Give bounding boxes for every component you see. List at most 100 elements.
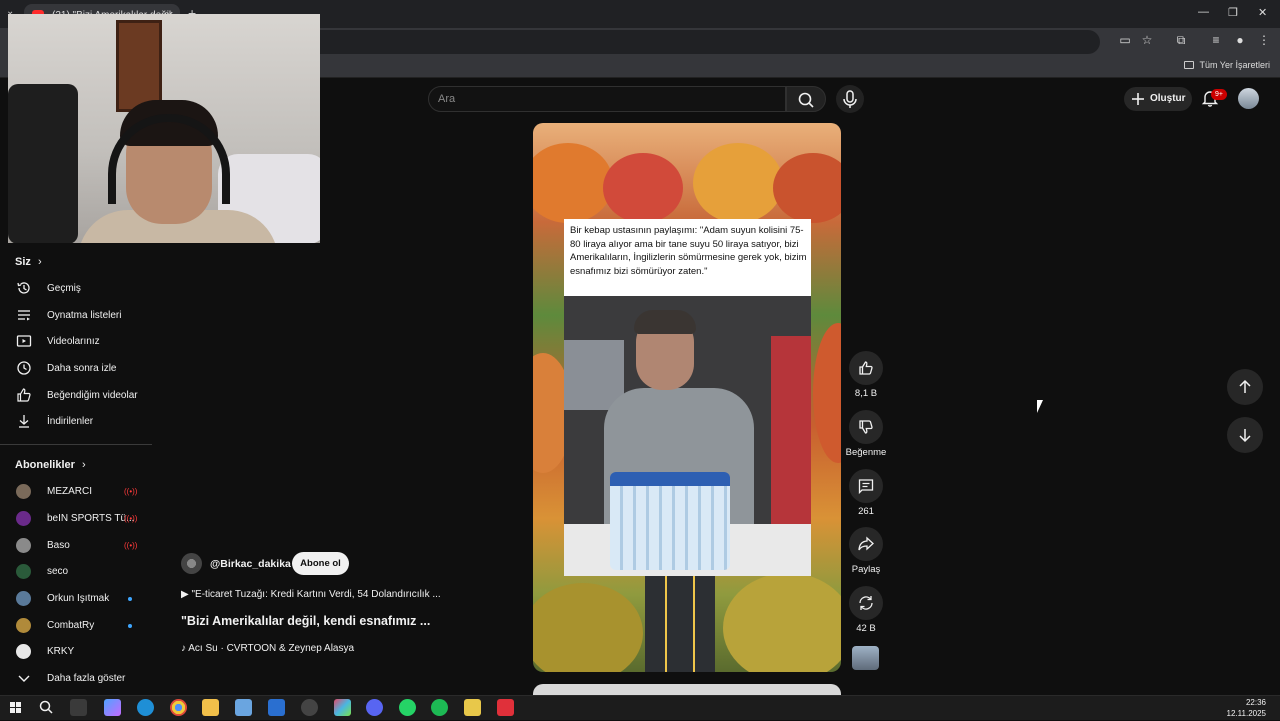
sound-link[interactable]: ♪ Acı Su · CVRTOON & Zeynep Alasya [181,643,354,654]
remix-count: 42 B [856,623,876,634]
minimize-icon[interactable]: — [1198,6,1209,18]
new-content-dot [128,597,132,601]
chevron-right-icon: › [81,459,86,471]
microsoft-store-icon[interactable] [235,699,252,716]
discord-icon[interactable] [366,699,383,716]
create-button[interactable]: Oluştur [1124,87,1192,111]
playlist-label: "E-ticaret Tuzağı: Kredi Kartını Verdi, … [191,589,441,600]
sidebar-item-label: Beğendiğim videolar [47,390,138,401]
sidebar-item-label: Videolarınız [47,336,100,347]
show-more-button[interactable]: Daha fazla göster [0,666,152,692]
taskbar [0,695,1280,720]
taskbar-search-icon[interactable] [38,699,55,716]
sidebar-item-downloads[interactable]: İndirilenler [0,409,152,435]
sound-thumbnail[interactable] [852,646,879,670]
playlist-link[interactable]: ▶ "E-ticaret Tuzağı: Kredi Kartını Verdi… [181,589,441,600]
chrome-icon[interactable] [170,699,187,716]
history-icon [17,282,30,294]
edge-icon[interactable] [137,699,154,716]
short-caption: Bir kebap ustasının paylaşımı: "Adam suy… [570,225,807,277]
subscription-item[interactable]: MEZARCI ((•)) [0,479,152,505]
task-view-icon[interactable] [70,699,87,716]
short-photo [564,296,811,576]
voice-search-button[interactable] [836,85,864,113]
like-count: 8,1 B [854,388,878,399]
live-icon: ((•)) [124,541,138,550]
road [645,576,715,672]
you-section-title[interactable]: Siz › [15,256,42,268]
subscribe-button[interactable]: Abone ol [292,552,349,575]
live-icon: ((•)) [124,514,138,523]
extensions-icon[interactable]: ⧉ [1173,33,1189,48]
sidebar-item-liked[interactable]: Beğendiğim videolar [0,383,152,409]
cast-icon[interactable]: ▭ [1117,33,1133,47]
new-content-dot [128,624,132,628]
media-control-icon[interactable]: ≡ [1208,33,1224,47]
restore-icon[interactable]: ❐ [1228,6,1238,19]
sidebar-divider [0,444,152,445]
account-avatar[interactable] [1238,88,1259,109]
playlist-icon [18,310,30,321]
subscription-item[interactable]: Baso ((•)) [0,533,152,559]
play-icon: ▶ [181,589,189,600]
system-clock[interactable]: 22:36 12.11.2025 [1227,697,1266,719]
profile-icon[interactable]: ● [1232,33,1248,47]
subscription-label: CombatRy [47,620,95,631]
subscription-item[interactable]: seco [0,559,152,585]
subscription-item[interactable]: CombatRy [0,613,152,639]
comment-count: 261 [858,506,874,517]
subscription-item[interactable]: beIN SPORTS Tü... ((•)) [0,506,152,532]
chevron-down-icon [18,675,30,682]
search-input[interactable] [438,89,738,109]
all-bookmarks[interactable]: Tüm Yer İşaretleri [1184,60,1270,70]
channel-avatar [16,618,31,633]
subscriptions-title[interactable]: Abonelikler › [15,459,86,471]
channel-avatar [16,591,31,606]
live-icon: ((•)) [124,487,138,496]
browser-menu-icon[interactable]: ⋮ [1256,33,1272,47]
spotify-icon[interactable] [431,699,448,716]
subscription-label: Orkun Işıtmak [47,593,110,604]
bookmark-star-icon[interactable]: ☆ [1139,33,1155,47]
sidebar-item-watch-later[interactable]: Daha sonra izle [0,356,152,382]
sidebar-item-playlists[interactable]: Oynatma listeleri [0,303,152,329]
subscription-item[interactable]: KRKY [0,639,152,665]
you-label: Siz [15,256,31,268]
folder-icon [1184,61,1195,69]
mail-icon[interactable] [268,699,285,716]
share-button[interactable] [849,527,883,561]
thumbs-down-icon [859,420,873,434]
vivaldi-icon[interactable] [497,699,514,716]
arrow-down-icon [1239,429,1251,443]
windows-start-icon[interactable] [7,699,24,716]
channel-avatar[interactable] [181,553,202,574]
search-button[interactable] [786,86,826,112]
sidebar-item-your-videos[interactable]: Videolarınız [0,329,152,355]
short-title[interactable]: "Bizi Amerikalılar değil, kendi esnafımı… [181,614,430,628]
sidebar-item-label: İndirilenler [47,416,94,427]
music-note-icon: ♪ [181,643,186,654]
previous-short-button[interactable] [1227,369,1263,405]
subscription-label: seco [47,566,69,577]
comments-button[interactable] [849,469,883,503]
like-button[interactable] [849,351,883,385]
channel-name[interactable]: @Birkac_dakika [210,558,291,570]
next-short-button[interactable] [1227,417,1263,453]
whatsapp-icon[interactable] [399,699,416,716]
webcam-overlay [8,14,320,243]
app-icon[interactable] [334,699,351,716]
obs-icon[interactable] [301,699,318,716]
sidebar-item-label: Daha sonra izle [47,363,117,374]
subscription-item[interactable]: Orkun Işıtmak [0,586,152,612]
remix-button[interactable] [849,586,883,620]
dislike-button[interactable] [849,410,883,444]
watch-later-icon [17,361,31,375]
subscription-label: MEZARCI [47,486,92,497]
notes-icon[interactable] [464,699,481,716]
chevron-right-icon: › [37,256,42,268]
subscription-label: Baso [47,540,70,551]
close-window-icon[interactable]: ✕ [1258,6,1267,19]
copilot-icon[interactable] [104,699,121,716]
file-explorer-icon[interactable] [202,699,219,716]
sidebar-item-history[interactable]: Geçmiş [0,276,152,302]
